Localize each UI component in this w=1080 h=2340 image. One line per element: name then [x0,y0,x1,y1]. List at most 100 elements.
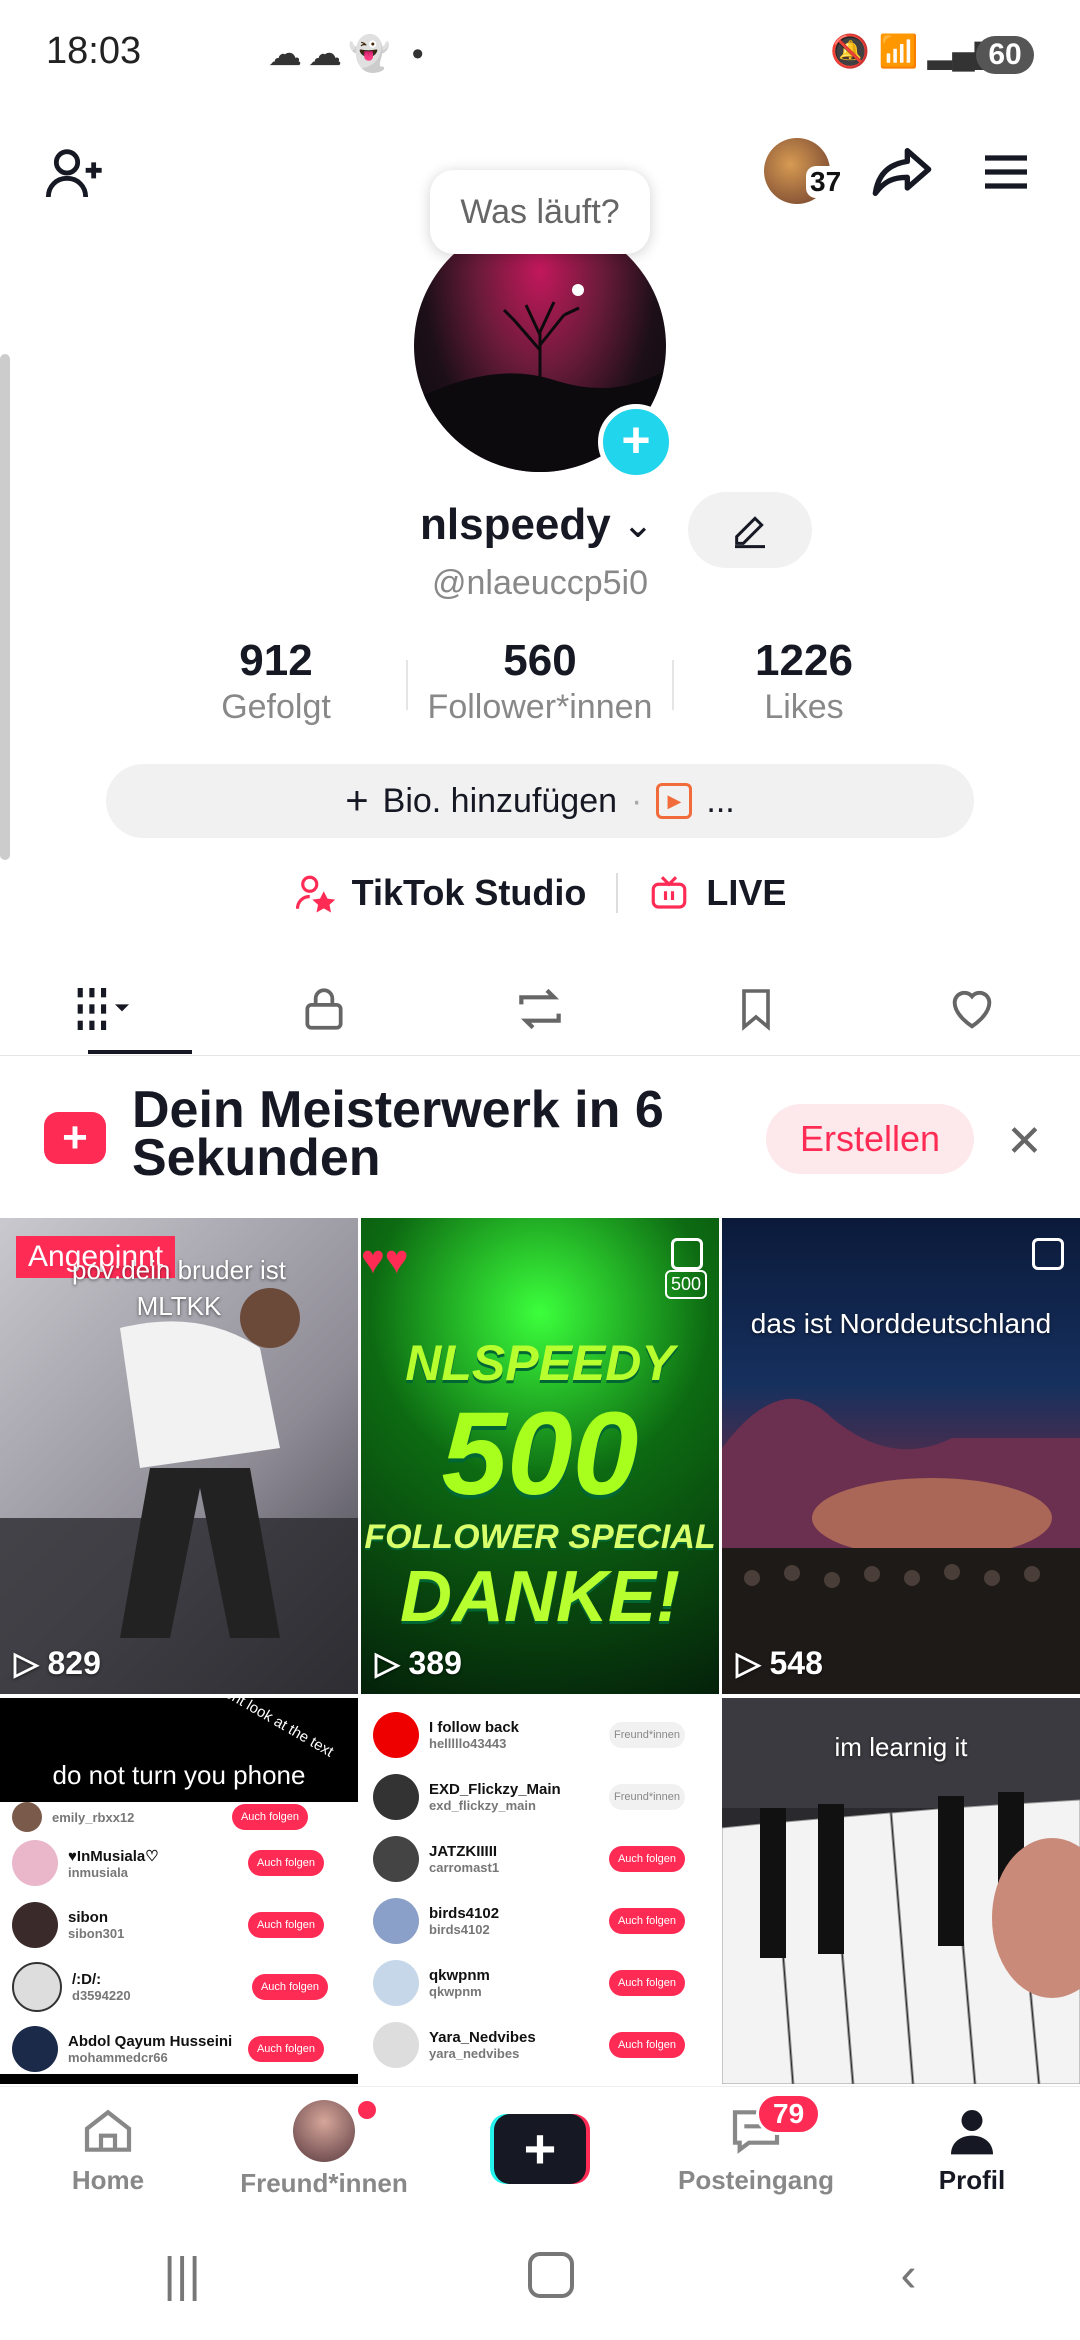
view-count: ▷ 389 [375,1645,462,1681]
lock-icon [305,988,343,1030]
bottom-navigation: Home Freund*innen + 79 Posteingang Profi… [0,2086,1080,2211]
video-thumbnail-phone[interactable]: dont look at the text do not turn you ph… [0,1698,358,2084]
follower-badge: 500 [664,1270,707,1299]
tab-saved[interactable] [648,962,864,1056]
notification-icons: ☁☁👻 • [268,35,430,73]
stat-divider [406,660,408,710]
story-count: 37 [806,166,846,198]
stat-following-value[interactable]: 912 [146,636,406,686]
stat-following-label[interactable]: Gefolgt [146,688,406,727]
bio-more: ... [706,781,735,820]
share-icon[interactable] [866,136,938,208]
black-footer [0,2074,358,2084]
edit-profile-button[interactable] [688,492,812,568]
video-overlay-text: pov:dein bruder ist MLTKK [72,1255,286,1321]
live-link[interactable]: LIVE [706,872,786,914]
profile-name[interactable]: nlspeedy [420,500,611,550]
stat-followers-label[interactable]: Follower*innen [410,688,670,727]
studio-icon [295,875,335,913]
notification-dot [358,2101,376,2119]
add-bio-label: Bio. hinzufügen [382,781,618,820]
status-bubble[interactable]: Was läuft? [430,170,650,254]
pencil-icon [735,516,765,549]
video-thumbnail-500-special[interactable]: ♥♥ 500 NLSPEEDY 500 FOLLOWER SPECIAL DAN… [361,1218,719,1694]
add-friend-icon[interactable] [40,138,110,208]
inbox-badge: 79 [756,2093,822,2135]
thumb-title-number: 500 [441,1388,639,1520]
live-tv-icon [652,876,687,909]
bubble-tail [572,284,584,296]
system-navigation: ||| ‹ [0,2210,1080,2340]
add-bio-button[interactable]: + Bio. hinzufügen · ▶ ... [106,764,974,838]
friends-avatar [293,2099,355,2162]
nav-friends[interactable]: Freund*innen [216,2087,432,2211]
thumb-title-line: NLSPEEDY [405,1335,675,1391]
video-overlay-text: do not turn you phone [52,1760,306,1790]
repost-icon [519,988,561,1030]
chevron-down-icon[interactable]: ⌄ [622,502,654,547]
video-overlay-text: im learnig it [834,1732,968,1762]
create-button[interactable]: Erstellen [766,1104,974,1174]
plus-icon: + [345,778,369,823]
list-item: EXD_Flickzy_Main exd_flickzy_main Freund*i… [361,1766,719,1828]
nav-create[interactable]: + [432,2087,648,2211]
multi-photo-icon [671,1238,703,1270]
profile-icon [951,2109,993,2154]
list-item: birds4102 birds4102 Auch folgen [361,1890,719,1952]
list-item: Yara_Nedvibes yara_nedvibes Auch folgen [361,2014,719,2076]
scrollbar[interactable] [0,354,10,860]
video-overlay-text: das ist Norddeutschland [750,1308,1052,1339]
video-thumbnail-norddeutschland[interactable]: das ist Norddeutschland ▷ 548 [722,1218,1080,1694]
tab-reposts[interactable] [432,962,648,1056]
nav-home[interactable]: Home [0,2087,216,2211]
battery-indicator: 60 [976,36,1034,74]
follow-list: emily_rbxx12 Auch folgen ♥InMusiala♡ inmus… [0,1802,358,2080]
creator-tools-row: TikTok Studio LIVE [0,872,1080,914]
list-item: emily_rbxx12 Auch folgen [0,1802,358,1832]
stage-scene [722,1398,1080,1694]
stat-followers-value[interactable]: 560 [410,636,670,686]
banner-title: Dein Meisterwerk in 6 Sekunden [132,1081,664,1187]
stat-likes-value[interactable]: 1226 [674,636,934,686]
create-plus-button[interactable]: + [490,2114,590,2184]
nav-inbox[interactable]: 79 Posteingang [648,2087,864,2211]
back-icon[interactable]: ‹ [901,2248,917,2303]
grid-icon [77,988,129,1030]
view-count: ▷ 548 [736,1645,823,1681]
tab-private[interactable] [216,962,432,1056]
tab-videos[interactable] [0,962,216,1056]
list-item: JATZKIIIII carromast1 Auch folgen [361,1828,719,1890]
video-thumbnail-pinned[interactable]: Angepinnt pov:dein bruder ist MLTKK ▷ 82… [0,1218,358,1694]
video-thumbnail-piano[interactable]: im learnig it [722,1698,1080,2084]
multi-photo-icon [1032,1238,1064,1270]
video-thumbnail-follow-list[interactable]: I follow back helllllo43443 Freund*innen E… [361,1698,719,2084]
list-item: sibon sibon301 Auch folgen [0,1894,358,1956]
home-button-icon[interactable] [527,2252,574,2298]
active-tab-indicator [88,1050,192,1054]
home-icon [84,2109,132,2152]
thumb-thanks: DANKE! [400,1557,680,1637]
follow-list: I follow back helllllo43443 Freund*innen E… [361,1704,719,2076]
nav-profile[interactable]: Profil [864,2087,1080,2211]
status-time: 18:03 [46,30,142,72]
thumb-subtitle: FOLLOWER SPECIAL [364,1518,716,1556]
hearts-icon: ♥♥ [361,1238,409,1282]
nav-label: Freund*innen [240,2167,408,2198]
list-item: qkwpnm qkwpnm Auch folgen [361,1952,719,2014]
close-icon[interactable]: ✕ [1006,1116,1043,1167]
list-item: /:D/: d3594220 Auch folgen [0,1956,358,2018]
bookmark-icon [742,989,770,1031]
view-count: ▷ 829 [14,1645,101,1681]
separator-dot: · [631,781,643,820]
add-story-button[interactable]: + [598,404,674,480]
menu-icon[interactable] [970,136,1042,208]
heart-icon [952,990,992,1029]
tiktok-studio-link[interactable]: TikTok Studio [352,872,587,914]
stat-likes-label[interactable]: Likes [674,688,934,727]
profile-tabs [0,962,1080,1056]
nav-label: Posteingang [677,2164,834,2195]
recent-apps-icon[interactable]: ||| [163,2248,200,2303]
tab-liked[interactable] [864,962,1080,1056]
list-item: ♥InMusiala♡ inmusiala Auch folgen [0,1832,358,1894]
list-item: I follow back helllllo43443 Freund*innen [361,1704,719,1766]
